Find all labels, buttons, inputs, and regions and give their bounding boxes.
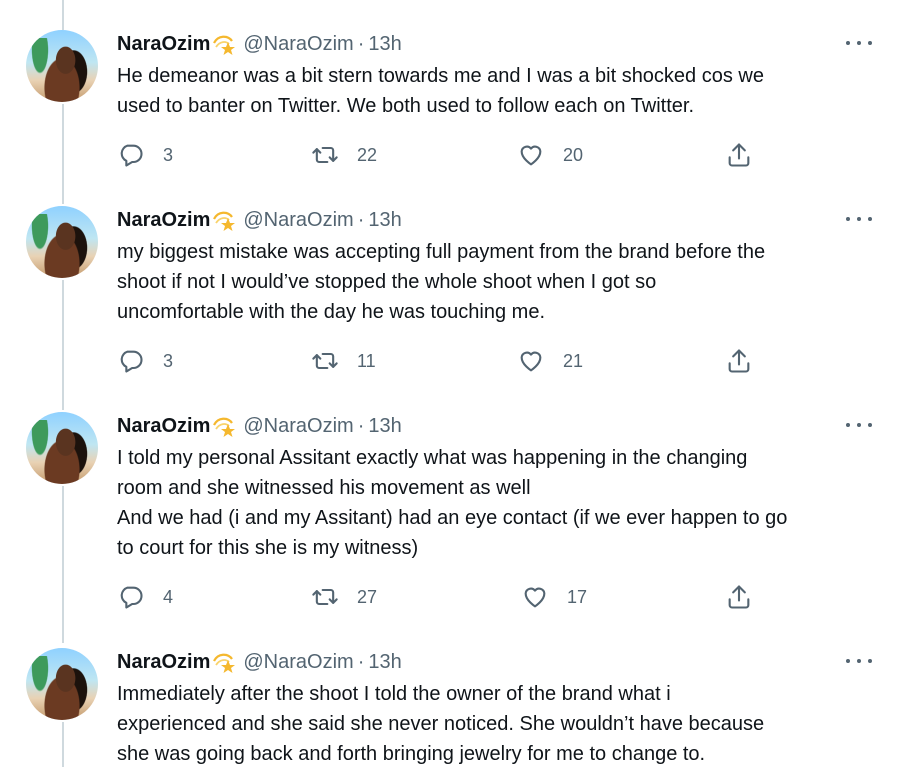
tweet-actions: 3 22 20 <box>117 140 767 170</box>
reply-count: 3 <box>163 144 174 165</box>
like-button[interactable]: 17 <box>521 582 587 612</box>
tweet-line: my biggest mistake was accepting full pa… <box>117 241 766 263</box>
heart-icon <box>520 145 542 166</box>
retweet-icon <box>312 588 338 606</box>
tweet[interactable]: NaraOzim @NaraOzim · 13h Immediately aft… <box>0 648 898 767</box>
share-button[interactable] <box>725 346 753 376</box>
tweet-line: experienced and she said she never notic… <box>117 713 765 735</box>
more-options-icon[interactable] <box>846 209 872 229</box>
heart-icon <box>520 351 542 372</box>
heart-icon <box>524 587 546 608</box>
tweet-actions: 3 11 21 <box>117 346 767 376</box>
tweet-line: And we had (i and my Assitant) had an ey… <box>117 507 788 529</box>
retweet-count: 22 <box>357 144 378 165</box>
retweet-count: 11 <box>357 350 376 371</box>
user-handle[interactable]: @NaraOzim <box>243 651 353 674</box>
share-button[interactable] <box>725 140 753 170</box>
tweet[interactable]: NaraOzim @NaraOzim · 13h I told my perso… <box>0 412 898 632</box>
timestamp[interactable]: 13h <box>368 33 401 56</box>
tweet-text: Immediately after the shoot I told the o… <box>117 679 877 767</box>
reply-icon <box>120 350 143 373</box>
reply-count: 4 <box>163 586 174 607</box>
tweet-text: I told my personal Assitant exactly what… <box>117 443 877 563</box>
display-name[interactable]: NaraOzim <box>117 209 210 232</box>
retweet-icon <box>312 146 338 164</box>
tweet-line: to court for this she is my witness) <box>117 537 419 559</box>
tweet[interactable]: NaraOzim @NaraOzim · 13h my biggest mist… <box>0 206 898 396</box>
user-handle[interactable]: @NaraOzim <box>243 415 353 438</box>
tweet[interactable]: NaraOzim @NaraOzim · 13h He demeanor was… <box>0 30 898 190</box>
more-options-icon[interactable] <box>846 33 872 53</box>
like-count: 21 <box>563 350 584 371</box>
tweet-header: NaraOzim @NaraOzim · 13h <box>117 650 402 674</box>
more-options-icon[interactable] <box>846 415 872 435</box>
tweet-text: He demeanor was a bit stern towards me a… <box>117 61 877 121</box>
display-name[interactable]: NaraOzim <box>117 33 210 56</box>
avatar[interactable] <box>26 412 98 484</box>
retweet-icon <box>312 352 338 370</box>
tweet-line: she was going back and forth bringing je… <box>117 743 706 765</box>
tweet-line: uncomfortable with the day he was touchi… <box>117 301 546 323</box>
share-icon <box>728 349 750 373</box>
like-button[interactable]: 21 <box>517 346 583 376</box>
avatar[interactable] <box>26 206 98 278</box>
tweet-header: NaraOzim @NaraOzim · 13h <box>117 208 402 232</box>
tweet-header: NaraOzim @NaraOzim · 13h <box>117 32 402 56</box>
tweet-line: I told my personal Assitant exactly what… <box>117 447 748 469</box>
tweet-actions: 4 27 17 <box>117 582 767 612</box>
shooting-star-emoji-icon <box>212 209 236 231</box>
shooting-star-emoji-icon <box>212 33 236 55</box>
share-icon <box>728 143 750 167</box>
retweet-button[interactable]: 11 <box>311 346 376 376</box>
display-name[interactable]: NaraOzim <box>117 415 210 438</box>
share-icon <box>728 585 750 609</box>
timestamp[interactable]: 13h <box>368 209 401 232</box>
reply-button[interactable]: 3 <box>117 140 173 170</box>
like-count: 17 <box>567 586 588 607</box>
reply-count: 3 <box>163 350 174 371</box>
tweet-line: used to banter on Twitter. We both used … <box>117 95 695 117</box>
tweet-line: Immediately after the shoot I told the o… <box>117 683 671 705</box>
avatar[interactable] <box>26 648 98 720</box>
avatar[interactable] <box>26 30 98 102</box>
shooting-star-emoji-icon <box>212 651 236 673</box>
share-button[interactable] <box>725 582 753 612</box>
tweet-header: NaraOzim @NaraOzim · 13h <box>117 414 402 438</box>
like-count: 20 <box>563 144 584 165</box>
reply-button[interactable]: 3 <box>117 346 173 376</box>
separator: · <box>357 32 365 55</box>
retweet-count: 27 <box>357 586 378 607</box>
reply-button[interactable]: 4 <box>117 582 173 612</box>
timestamp[interactable]: 13h <box>368 651 401 674</box>
like-button[interactable]: 20 <box>517 140 583 170</box>
tweet-line: He demeanor was a bit stern towards me a… <box>117 65 764 87</box>
tweet-line: room and she witnessed his movement as w… <box>117 477 531 499</box>
tweet-text: my biggest mistake was accepting full pa… <box>117 237 877 327</box>
display-name[interactable]: NaraOzim <box>117 651 210 674</box>
reply-icon <box>120 586 143 609</box>
thread-line <box>62 0 64 30</box>
timestamp[interactable]: 13h <box>368 415 401 438</box>
user-handle[interactable]: @NaraOzim <box>243 209 353 232</box>
separator: · <box>357 414 365 437</box>
tweet-line: shoot if not I would’ve stopped the whol… <box>117 271 657 293</box>
retweet-button[interactable]: 27 <box>311 582 377 612</box>
separator: · <box>357 650 365 673</box>
shooting-star-emoji-icon <box>212 415 236 437</box>
separator: · <box>357 208 365 231</box>
retweet-button[interactable]: 22 <box>311 140 377 170</box>
reply-icon <box>120 144 143 167</box>
more-options-icon[interactable] <box>846 651 872 671</box>
user-handle[interactable]: @NaraOzim <box>243 33 353 56</box>
